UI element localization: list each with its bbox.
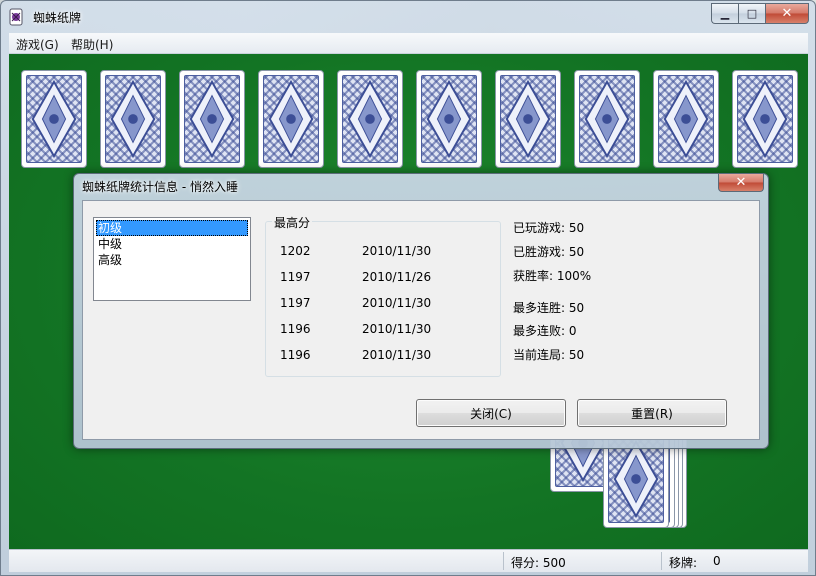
tableau-pile-9[interactable] [653,70,719,168]
close-dialog-button[interactable]: 关闭(C) [416,399,566,427]
tableau-pile-8[interactable] [574,70,640,168]
tableau-pile-1[interactable] [21,70,87,168]
card-back [421,75,477,163]
score-date: 2010/11/30 [362,296,432,310]
moves-label: 移牌: [669,556,698,570]
menu-game[interactable]: 游戏(G) [16,36,59,53]
tableau-pile-10[interactable] [732,70,798,168]
statistics-dialog: 蜘蛛纸牌统计信息 - 悄然入睡 ✕ 初级 中级 高级 最高分 1202 2010… [73,173,769,449]
minimize-button[interactable]: ▁ [711,3,738,24]
menu-bar: 游戏(G) 帮助(H) [9,33,808,54]
score-date: 2010/11/30 [362,348,432,362]
score-display: 得分: 500 [511,556,566,570]
card-back [500,75,556,163]
menu-help[interactable]: 帮助(H) [71,36,113,53]
status-separator [661,552,662,570]
score-date: 2010/11/26 [362,270,432,284]
score-points: 1202 [280,244,311,258]
tableau-pile-7[interactable] [495,70,561,168]
card-back [658,75,714,163]
difficulty-item-advanced[interactable]: 高级 [96,252,248,268]
card-back [26,75,82,163]
card-back [105,75,161,163]
tableau-pile-2[interactable] [100,70,166,168]
maximize-button[interactable]: □ [738,3,765,24]
moves-value: 0 [713,554,721,568]
score-points: 1197 [280,296,311,310]
status-bar: 得分: 500 移牌: 0 [9,549,808,572]
reset-button[interactable]: 重置(R) [577,399,727,427]
caption-buttons: ▁ □ ✕ [711,3,809,24]
title-bar[interactable]: 蜘蛛纸牌 ▁ □ ✕ [1,1,815,33]
tableau-pile-3[interactable] [179,70,245,168]
stat-current-streak: 当前连局: 50 [513,348,585,362]
high-scores-group: 最高分 1202 2010/11/30 1197 2010/11/26 1197… [265,214,501,377]
card-back [579,75,635,163]
card-back [184,75,240,163]
window-title: 蜘蛛纸牌 [33,11,82,25]
score-points: 1196 [280,348,311,362]
dialog-close-button[interactable]: ✕ [718,174,764,192]
tableau-pile-6[interactable] [416,70,482,168]
score-points: 1197 [280,270,311,284]
stat-most-losses: 最多连败: 0 [513,324,577,338]
high-scores-title: 最高分 [272,214,313,231]
stat-games-played: 已玩游戏: 50 [513,221,585,235]
stat-most-wins: 最多连胜: 50 [513,301,585,315]
stat-win-rate: 获胜率: 100% [513,269,592,283]
close-button[interactable]: ✕ [765,3,809,24]
score-points: 1196 [280,322,311,336]
spider-app-icon [9,8,25,26]
score-date: 2010/11/30 [362,322,432,336]
card-back [263,75,319,163]
difficulty-item-beginner[interactable]: 初级 [96,220,248,236]
dialog-body: 初级 中级 高级 最高分 1202 2010/11/30 1197 2010/1… [82,200,760,440]
stat-games-won: 已胜游戏: 50 [513,245,585,259]
dialog-title: 蜘蛛纸牌统计信息 - 悄然入睡 [82,180,238,194]
spider-solitaire-window: 蜘蛛纸牌 ▁ □ ✕ 游戏(G) 帮助(H) 得分: 500 移牌: 0 蜘蛛纸… [0,0,816,576]
tableau-pile-5[interactable] [337,70,403,168]
difficulty-list[interactable]: 初级 中级 高级 [93,217,251,301]
card-back [342,75,398,163]
tableau-pile-4[interactable] [258,70,324,168]
card-back [737,75,793,163]
score-date: 2010/11/30 [362,244,432,258]
status-separator [503,552,504,570]
difficulty-item-intermediate[interactable]: 中级 [96,236,248,252]
